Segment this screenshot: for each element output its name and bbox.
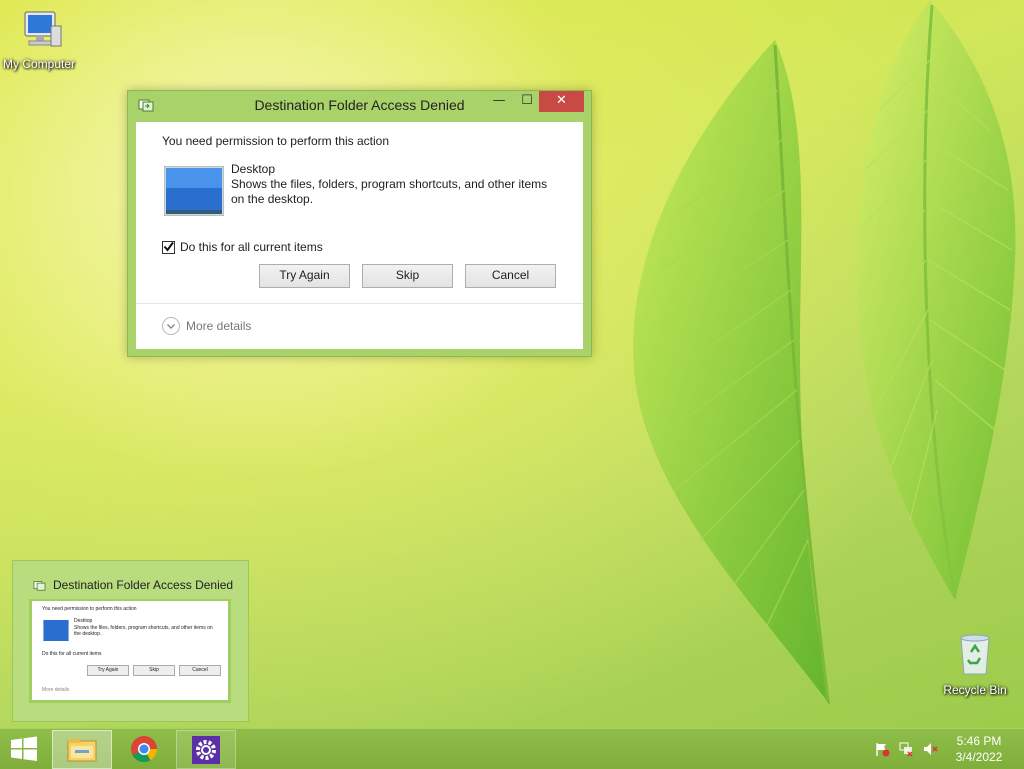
- settings-icon: [192, 736, 220, 764]
- checkmark-icon: [163, 241, 174, 252]
- maximize-button[interactable]: ☐: [514, 91, 540, 112]
- folder-description: Shows the files, folders, program shortc…: [231, 177, 548, 206]
- more-details-toggle[interactable]: More details: [162, 317, 251, 335]
- preview-title: Destination Folder Access Denied: [53, 578, 234, 592]
- network-icon[interactable]: [898, 741, 914, 757]
- preview-cancel: Cancel: [179, 665, 221, 676]
- preview-content: You need permission to perform this acti…: [32, 601, 228, 700]
- file-copy-icon: [138, 99, 154, 112]
- preview-message: You need permission to perform this acti…: [42, 606, 137, 612]
- dialog-titlebar[interactable]: Destination Folder Access Denied — ☐ ✕: [128, 91, 591, 121]
- chevron-down-icon: [162, 317, 180, 335]
- dialog-title: Destination Folder Access Denied: [254, 97, 465, 113]
- file-explorer-icon: [67, 739, 97, 762]
- action-center-flag-icon[interactable]: [874, 741, 890, 757]
- computer-icon: [24, 11, 62, 47]
- folder-name: Desktop: [231, 162, 276, 176]
- desktop: My Computer Recycle Bin Destination Fold…: [0, 0, 1024, 728]
- apply-all-checkbox[interactable]: [162, 240, 175, 254]
- preview-folder-name: Desktop: [74, 618, 93, 624]
- taskbar-chrome[interactable]: [115, 730, 173, 767]
- wallpaper-leaves: [633, 0, 1016, 705]
- volume-muted-icon[interactable]: [922, 741, 938, 757]
- taskbar-thumbnail-preview[interactable]: Destination Folder Access Denied You nee…: [12, 560, 249, 722]
- desktop-icon-recycle-bin[interactable]: Recycle Bin: [933, 630, 1017, 697]
- preview-more-details: More details: [42, 687, 70, 693]
- clock-date[interactable]: 3/4/2022: [944, 750, 1014, 764]
- minimize-button[interactable]: —: [486, 91, 512, 112]
- skip-button[interactable]: Skip: [362, 264, 453, 288]
- preview-folder-description: Shows the files, folders, program shortc…: [74, 625, 213, 637]
- close-button[interactable]: ✕: [539, 91, 584, 112]
- desktop-folder-thumbnail: [43, 620, 69, 641]
- desktop-icon-my-computer[interactable]: My Computer: [0, 8, 81, 71]
- preview-checkbox-label: Do this for all current items: [42, 651, 102, 657]
- preview-skip: Skip: [133, 665, 175, 676]
- apply-all-checkbox-row[interactable]: Do this for all current items: [162, 240, 323, 254]
- windows-logo-icon: [11, 736, 37, 761]
- access-denied-dialog: Destination Folder Access Denied — ☐ ✕ Y…: [127, 90, 592, 357]
- cancel-button[interactable]: Cancel: [465, 264, 556, 288]
- recycle-bin-icon: [960, 634, 990, 675]
- preview-try-again: Try Again: [87, 665, 129, 676]
- try-again-button[interactable]: Try Again: [259, 264, 350, 288]
- desktop-folder-thumbnail: [164, 166, 224, 216]
- start-button[interactable]: [0, 730, 48, 767]
- preview-window: You need permission to perform this acti…: [29, 599, 231, 703]
- divider: [136, 303, 583, 304]
- taskbar: 5:46 PM 3/4/2022: [0, 728, 1024, 769]
- chrome-icon: [131, 736, 158, 763]
- more-details-label: More details: [186, 319, 252, 333]
- clock-time[interactable]: 5:46 PM: [944, 734, 1014, 748]
- dialog-content: You need permission to perform this acti…: [136, 122, 583, 349]
- desktop-icon-label: My Computer: [2, 57, 76, 71]
- file-copy-icon: [33, 581, 46, 591]
- desktop-icon-label: Recycle Bin: [943, 683, 1007, 697]
- permission-message: You need permission to perform this acti…: [162, 134, 390, 148]
- taskbar-file-explorer[interactable]: [52, 730, 112, 769]
- apply-all-label: Do this for all current items: [180, 240, 323, 254]
- taskbar-settings[interactable]: [176, 730, 236, 769]
